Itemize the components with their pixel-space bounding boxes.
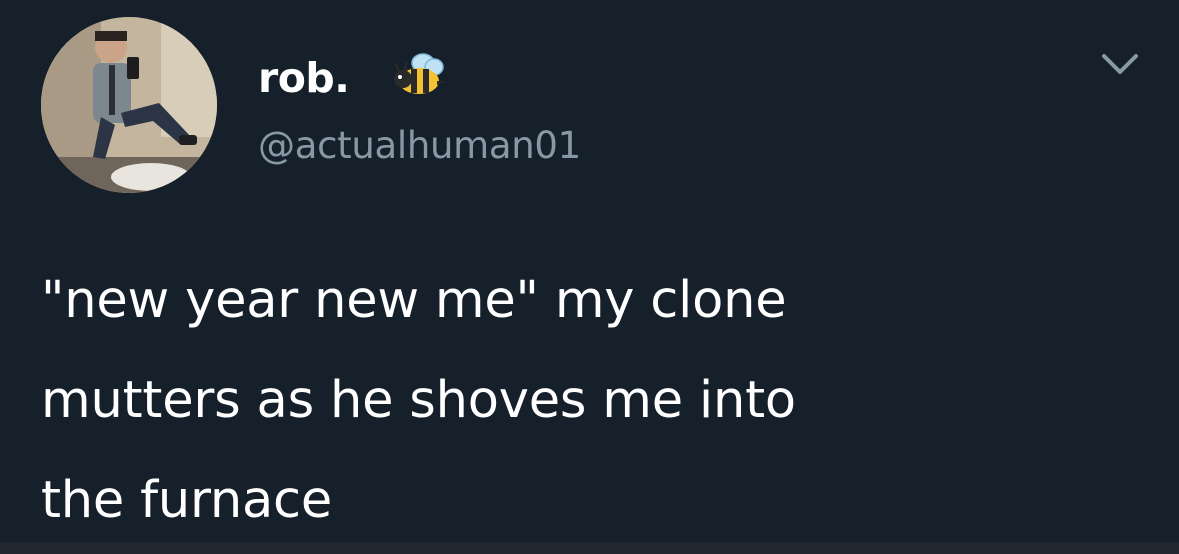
display-name[interactable]: rob.: [258, 50, 350, 106]
user-handle[interactable]: @actualhuman01: [258, 124, 581, 168]
chevron-down-icon[interactable]: [1098, 50, 1142, 78]
tweet-text-line: "new year new me" my clone: [41, 271, 787, 330]
avatar[interactable]: [41, 17, 217, 193]
tweet-text-line: mutters as he shoves me into: [41, 371, 796, 430]
name-row: rob.: [258, 50, 581, 106]
tweet-text: "new year new me" my clone mutters as he…: [41, 251, 1151, 551]
tweet-text-line: the furnace: [41, 471, 333, 530]
tweet-header: rob. @actualhuman01: [258, 50, 581, 168]
divider: [0, 542, 1179, 554]
tweet-card: rob. @actualhuman01 "new year new me" my…: [0, 0, 1179, 554]
bee-emoji-icon: [389, 51, 447, 99]
profile-photo-icon: [41, 17, 217, 193]
